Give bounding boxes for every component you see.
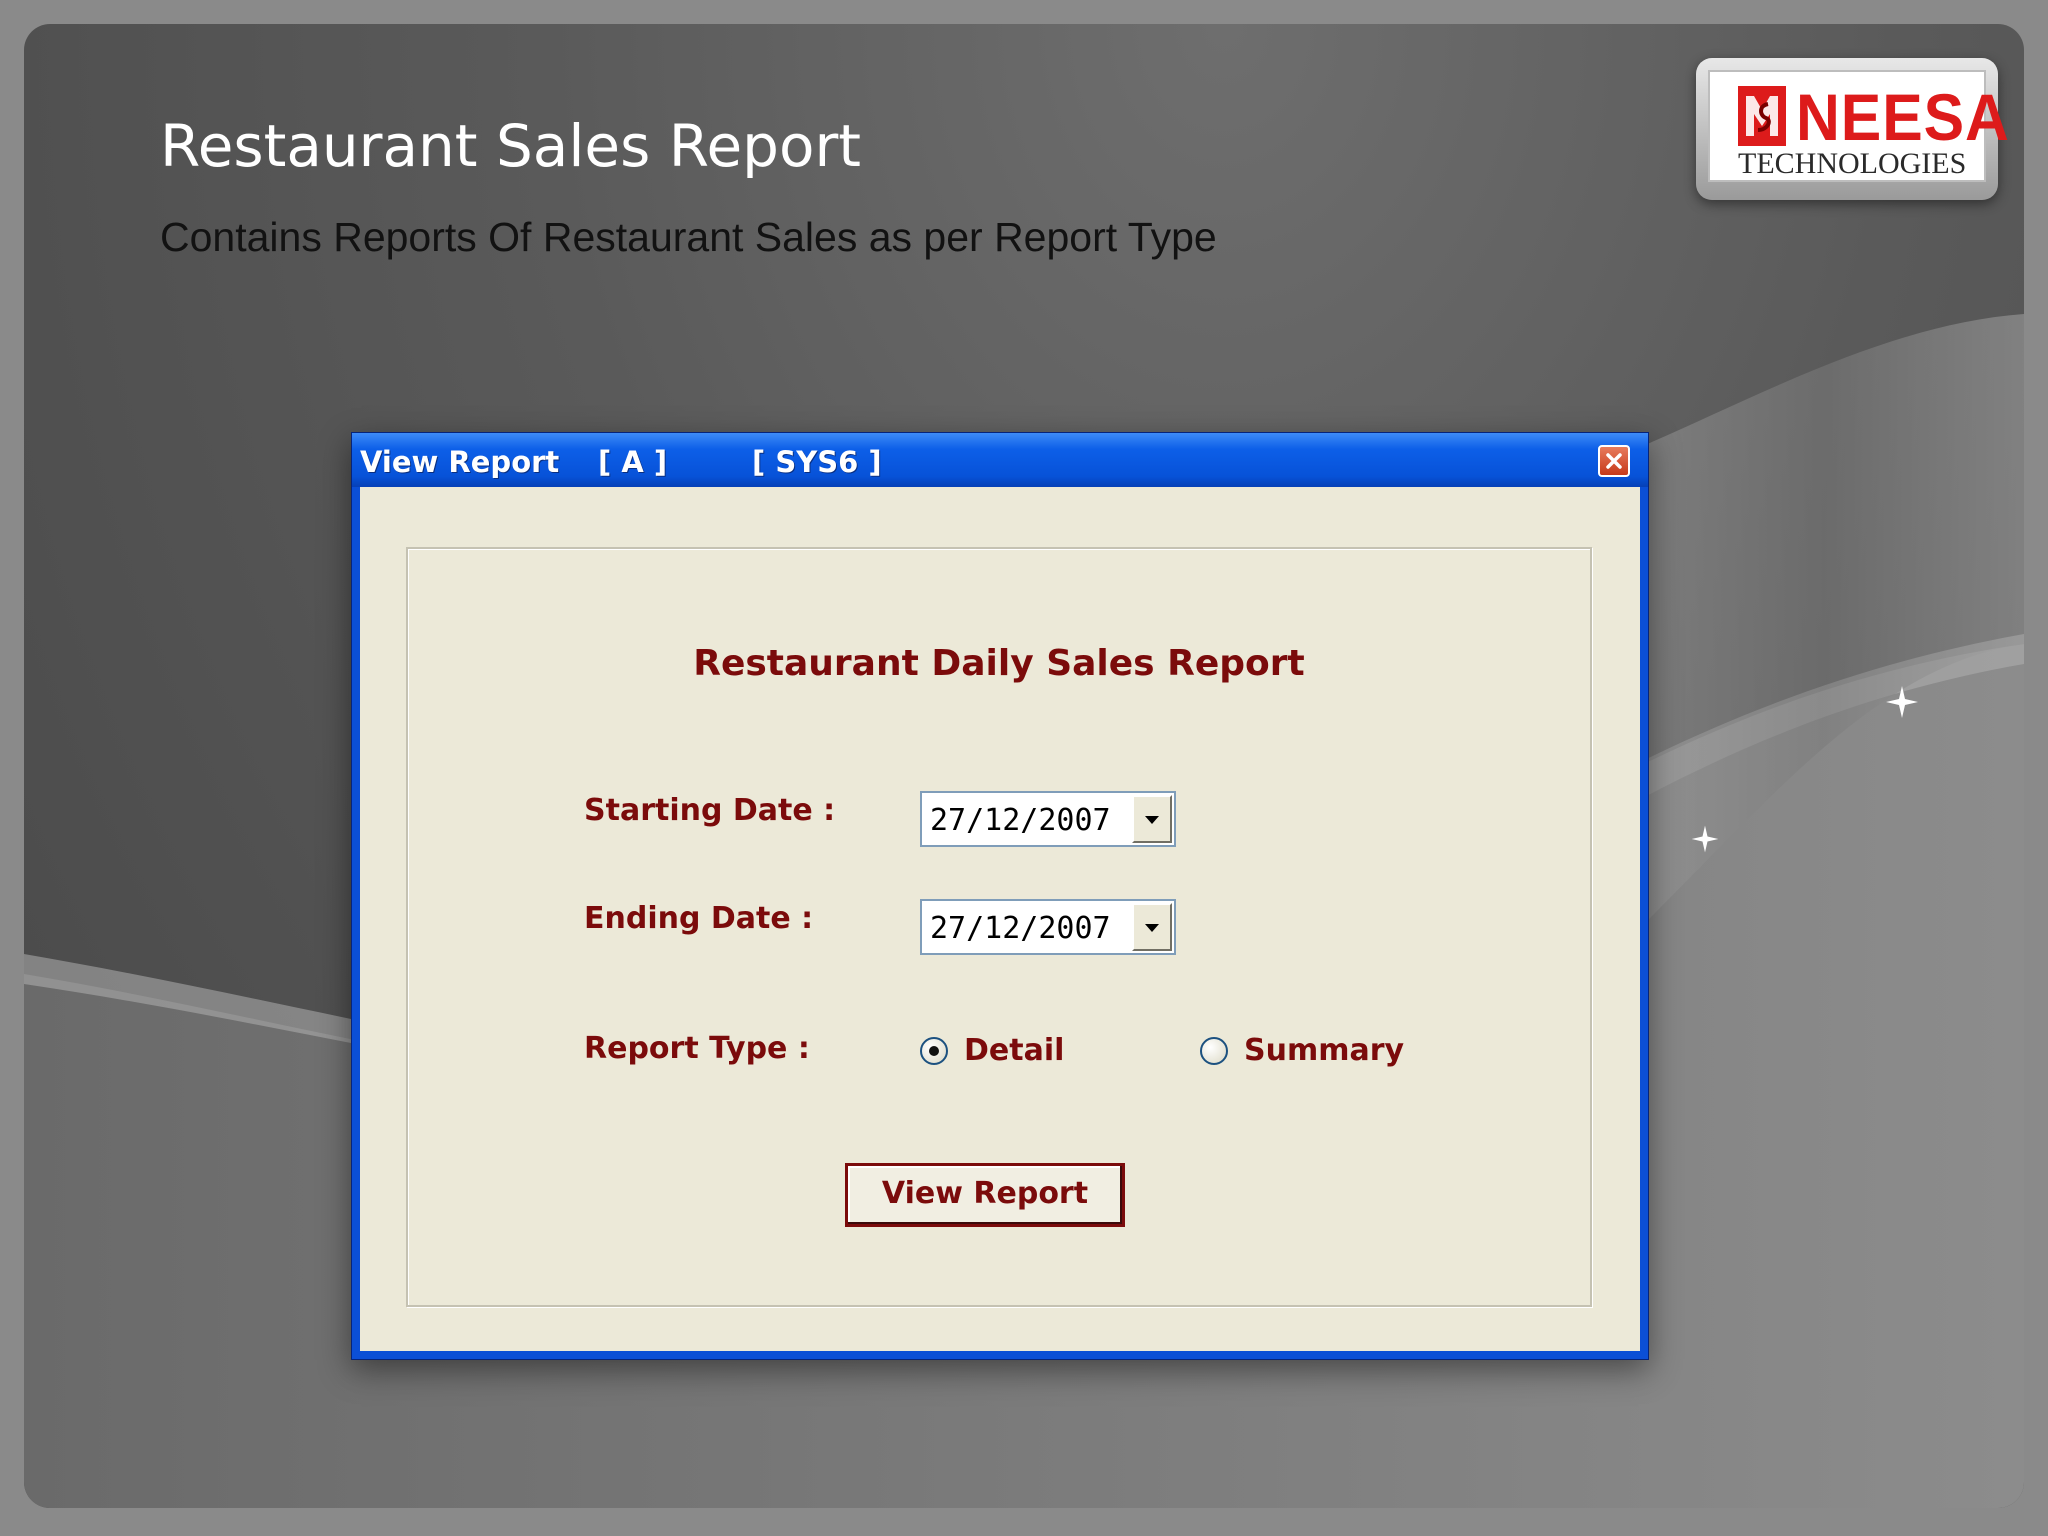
logo-name: NEESA <box>1796 80 2010 154</box>
radio-summary-label[interactable]: Summary <box>1244 1033 1404 1068</box>
window-client-area: Restaurant Daily Sales Report Starting D… <box>360 487 1640 1351</box>
radio-selected-dot <box>929 1046 939 1056</box>
window-tag-sys: [ SYS6 ] <box>752 445 882 479</box>
view-report-window: View Report [ A ] [ SYS6 ] Restaurant Da… <box>351 432 1649 1360</box>
report-type-label: Report Type : <box>584 1031 810 1066</box>
chevron-down-icon <box>1145 924 1159 932</box>
slide-subtitle: Contains Reports Of Restaurant Sales as … <box>160 214 1217 260</box>
ending-date-value[interactable]: 27/12/2007 <box>930 911 1111 946</box>
window-tag-a: [ A ] <box>598 445 668 479</box>
starting-date-value[interactable]: 27/12/2007 <box>930 803 1111 838</box>
radio-summary[interactable] <box>1200 1037 1228 1065</box>
ending-date-dropdown-button[interactable] <box>1132 903 1172 951</box>
window-title: View Report <box>360 445 560 479</box>
logo-mark-icon <box>1738 86 1786 146</box>
logo-plate: NEESA TECHNOLOGIES <box>1708 70 2009 182</box>
close-icon <box>1606 453 1622 469</box>
window-titlebar[interactable]: View Report [ A ] [ SYS6 ] <box>352 433 1648 487</box>
radio-detail[interactable] <box>920 1037 948 1065</box>
company-logo: NEESA TECHNOLOGIES <box>1696 58 2009 200</box>
ending-date-label: Ending Date : <box>584 901 814 936</box>
view-report-button[interactable]: View Report <box>845 1163 1125 1227</box>
sparkle-icon <box>1886 686 1918 718</box>
starting-date-picker[interactable]: 27/12/2007 <box>920 791 1176 847</box>
logo-subtitle: TECHNOLOGIES <box>1738 147 1967 180</box>
close-button[interactable] <box>1598 445 1630 477</box>
ending-date-picker[interactable]: 27/12/2007 <box>920 899 1176 955</box>
starting-date-dropdown-button[interactable] <box>1132 795 1172 843</box>
radio-detail-label[interactable]: Detail <box>964 1033 1064 1068</box>
report-heading: Restaurant Daily Sales Report <box>693 643 1305 684</box>
starting-date-label: Starting Date : <box>584 793 836 828</box>
chevron-down-icon <box>1145 816 1159 824</box>
sparkle-icon <box>1691 825 1719 853</box>
report-group-box: Restaurant Daily Sales Report Starting D… <box>406 547 1592 1307</box>
slide-title: Restaurant Sales Report <box>160 112 862 180</box>
